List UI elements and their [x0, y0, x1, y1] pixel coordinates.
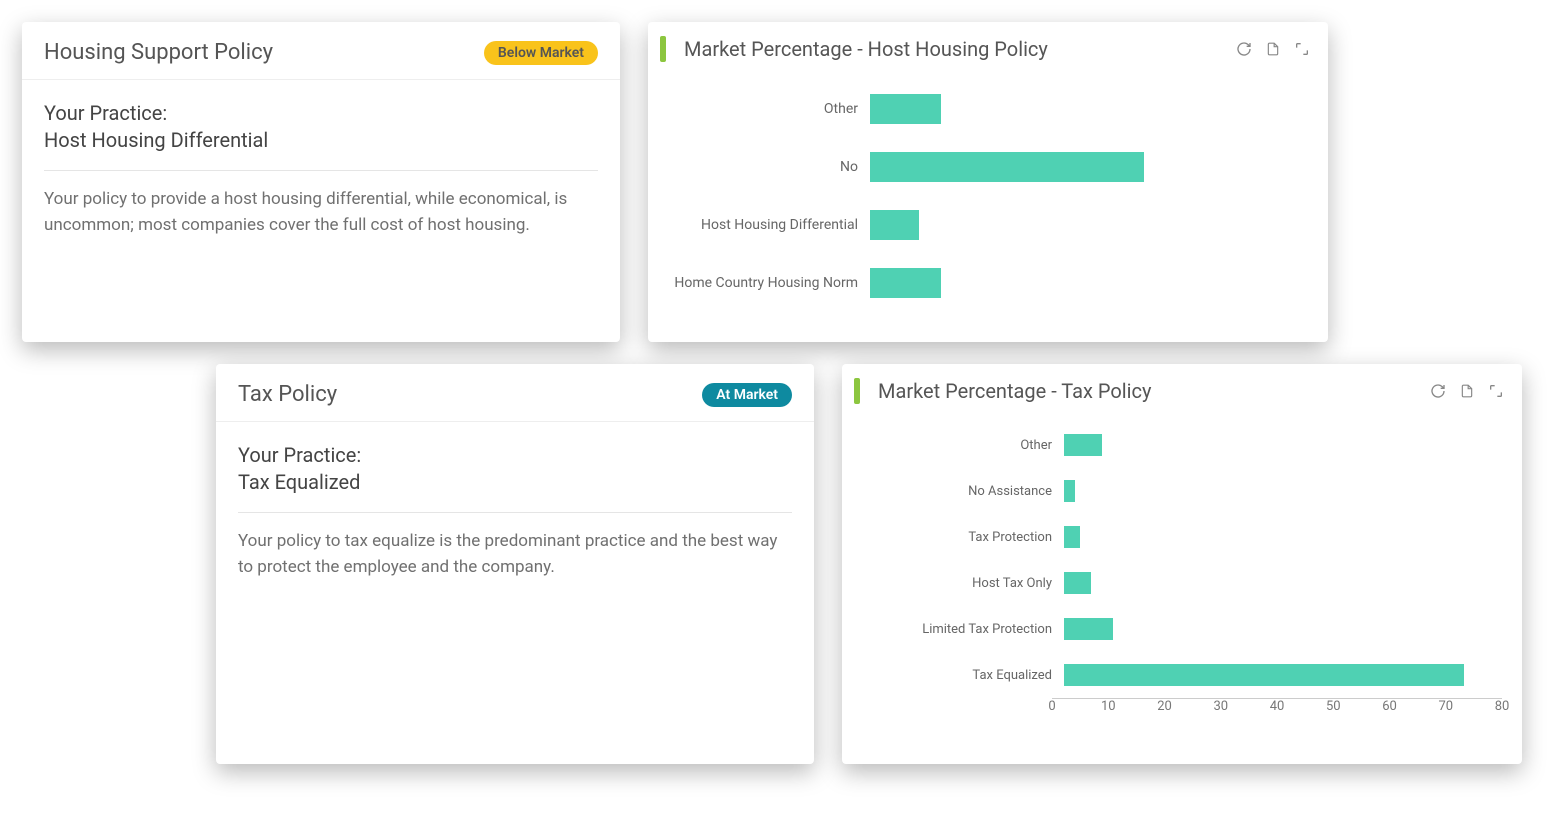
housing-info-card: Housing Support Policy Below Market Your…	[22, 22, 620, 342]
document-icon[interactable]	[1266, 41, 1280, 57]
refresh-icon[interactable]	[1430, 383, 1446, 399]
divider	[44, 170, 598, 171]
tax-info-body: Your Practice: Tax Equalized Your policy…	[216, 422, 814, 608]
chart-bar-track	[1064, 618, 1502, 640]
chart-category-label: Limited Tax Protection	[852, 622, 1064, 637]
housing-chart-plot: Other No Host Housing Differential Home Cou…	[648, 72, 1328, 330]
chart-bar-track	[1064, 572, 1502, 594]
housing-title: Housing Support Policy	[44, 40, 273, 65]
chart-bar	[1064, 664, 1464, 686]
chart-bar	[1064, 526, 1080, 548]
chart-category-label: Tax Equalized	[852, 668, 1064, 683]
chart-bar-track	[870, 94, 1308, 124]
accent-bar	[854, 378, 860, 404]
chart-toolbar	[1236, 41, 1310, 57]
chart-x-tick: 80	[1495, 699, 1510, 714]
tax-status-badge: At Market	[702, 383, 792, 407]
document-icon[interactable]	[1460, 383, 1474, 399]
chart-category-label: No	[658, 159, 870, 175]
housing-practice-value: Host Housing Differential	[44, 127, 598, 154]
tax-practice-label: Your Practice:	[238, 442, 792, 469]
chart-category-label: Other	[658, 101, 870, 117]
divider	[238, 512, 792, 513]
chart-x-tick: 40	[1270, 699, 1285, 714]
chart-x-tick: 20	[1157, 699, 1172, 714]
expand-icon[interactable]	[1488, 383, 1504, 399]
housing-chart-title: Market Percentage - Host Housing Policy	[684, 37, 1236, 61]
chart-bar	[1064, 572, 1091, 594]
chart-bar-row: Other	[658, 80, 1308, 138]
chart-bar-row: Tax Protection	[852, 514, 1502, 560]
chart-bar-row: No	[658, 138, 1308, 196]
chart-category-label: Other	[852, 438, 1064, 453]
chart-x-tick: 70	[1438, 699, 1453, 714]
tax-practice-value: Tax Equalized	[238, 469, 792, 496]
chart-bar-track	[1064, 434, 1502, 456]
housing-practice-description: Your policy to provide a host housing di…	[44, 187, 598, 238]
chart-bar	[870, 152, 1144, 182]
refresh-icon[interactable]	[1236, 41, 1252, 57]
chart-bar-track	[1064, 664, 1502, 686]
chart-x-tick: 0	[1048, 699, 1055, 714]
tax-info-card: Tax Policy At Market Your Practice: Tax …	[216, 364, 814, 764]
chart-bar-row: Home Country Housing Norm	[658, 254, 1308, 312]
chart-x-tick: 10	[1101, 699, 1116, 714]
tax-chart-title: Market Percentage - Tax Policy	[878, 379, 1430, 403]
tax-chart-card: Market Percentage - Tax Policy Other No A…	[842, 364, 1522, 764]
chart-category-label: Host Tax Only	[852, 576, 1064, 591]
chart-x-tick: 60	[1382, 699, 1397, 714]
chart-bar-row: Tax Equalized	[852, 652, 1502, 698]
tax-practice-description: Your policy to tax equalize is the predo…	[238, 529, 792, 580]
chart-bar-track	[1064, 480, 1502, 502]
chart-bar	[1064, 480, 1075, 502]
tax-chart-header: Market Percentage - Tax Policy	[842, 364, 1522, 414]
tax-info-header: Tax Policy At Market	[216, 364, 814, 422]
chart-bar	[870, 268, 941, 298]
chart-x-tick: 30	[1213, 699, 1228, 714]
chart-bar-track	[870, 152, 1308, 182]
housing-chart-header: Market Percentage - Host Housing Policy	[648, 22, 1328, 72]
housing-info-body: Your Practice: Host Housing Differential…	[22, 80, 620, 266]
chart-bar-row: Other	[852, 422, 1502, 468]
tax-chart-plot: Other No Assistance Tax Protection Host Tax…	[842, 414, 1522, 739]
chart-bar-track	[870, 210, 1308, 240]
chart-category-label: Host Housing Differential	[658, 217, 870, 233]
accent-bar	[660, 36, 666, 62]
chart-bar	[870, 210, 919, 240]
housing-status-badge: Below Market	[484, 41, 598, 65]
chart-bar-row: Host Housing Differential	[658, 196, 1308, 254]
housing-chart-card: Market Percentage - Host Housing Policy …	[648, 22, 1328, 342]
housing-info-header: Housing Support Policy Below Market	[22, 22, 620, 80]
chart-toolbar	[1430, 383, 1504, 399]
chart-x-tick: 50	[1326, 699, 1341, 714]
chart-category-label: Tax Protection	[852, 530, 1064, 545]
chart-bar-row: Host Tax Only	[852, 560, 1502, 606]
chart-x-axis: 01020304050607080	[1052, 698, 1502, 721]
housing-practice-label: Your Practice:	[44, 100, 598, 127]
chart-bar-row: No Assistance	[852, 468, 1502, 514]
chart-bar	[1064, 434, 1102, 456]
chart-bar-row: Limited Tax Protection	[852, 606, 1502, 652]
chart-bar-track	[870, 268, 1308, 298]
expand-icon[interactable]	[1294, 41, 1310, 57]
chart-bar-track	[1064, 526, 1502, 548]
chart-category-label: Home Country Housing Norm	[658, 275, 870, 291]
chart-bar	[1064, 618, 1113, 640]
chart-category-label: No Assistance	[852, 484, 1064, 499]
tax-title: Tax Policy	[238, 382, 337, 407]
chart-bar	[870, 94, 941, 124]
